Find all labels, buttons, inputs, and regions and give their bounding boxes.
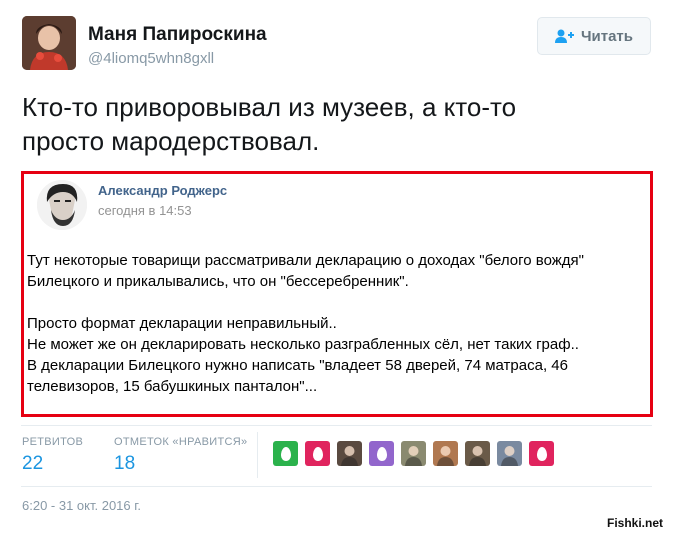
liker-avatar[interactable] — [497, 441, 522, 466]
quoted-text-line: телевизоров, 15 бабушкиных панталон"... — [27, 378, 318, 395]
likers-avatars — [273, 441, 561, 466]
retweets-count: 22 — [22, 453, 44, 474]
author-handle[interactable]: @4liomq5whn8gxll — [88, 50, 214, 67]
likes-stat[interactable]: ОТМЕТОК «НРАВИТСЯ» 18 — [114, 436, 247, 475]
stats-separator — [257, 432, 258, 478]
divider — [21, 425, 652, 426]
egg-icon — [280, 446, 291, 461]
tweet-timestamp[interactable]: 6:20 - 31 окт. 2016 г. — [22, 498, 141, 513]
quoted-post-body: Тут некоторые товарищи рассматривали дек… — [27, 250, 652, 397]
tweet-text: Кто-то привoровывал из музеев, а кто-то … — [22, 90, 642, 158]
liker-avatar[interactable] — [305, 441, 330, 466]
quoted-text-line: Не может же он декларировать несколько р… — [27, 336, 579, 353]
quoted-text-line: Просто формат декларации неправильный.. — [27, 315, 337, 332]
person-plus-icon — [554, 29, 575, 43]
egg-icon — [312, 446, 323, 461]
egg-icon — [376, 446, 387, 461]
quoted-author-name: Александр Роджерс — [98, 183, 228, 198]
liker-avatar[interactable] — [369, 441, 394, 466]
quoted-text-line: Тут некоторые товарищи рассматривали дек… — [27, 252, 584, 269]
liker-avatar[interactable] — [465, 441, 490, 466]
divider — [21, 486, 652, 487]
quoted-screenshot[interactable]: Александр Роджерс сегодня в 14:53 Тут не… — [21, 171, 653, 417]
quoted-text-line: Билецкого и прикалывались, что он "бессе… — [27, 273, 409, 290]
follow-button-label: Читать — [580, 27, 634, 45]
tweet-text-line: Кто-то привoровывал из музеев, а кто-то — [22, 92, 517, 122]
egg-icon — [536, 446, 547, 461]
retweets-stat[interactable]: РЕТВИТОВ 22 — [22, 436, 83, 475]
liker-avatar[interactable] — [273, 441, 298, 466]
liker-avatar[interactable] — [529, 441, 554, 466]
follow-button[interactable]: Читать — [537, 17, 651, 55]
quoted-author-avatar — [37, 180, 87, 230]
quoted-post-time: сегодня в 14:53 — [98, 203, 192, 218]
likes-label: ОТМЕТОК «НРАВИТСЯ» — [114, 436, 248, 448]
tweet-text-line: просто мародерствовал. — [22, 126, 320, 156]
quoted-text-line: В декларации Билецкого нужно написать "в… — [27, 357, 568, 374]
liker-avatar[interactable] — [337, 441, 362, 466]
retweets-label: РЕТВИТОВ — [22, 436, 84, 448]
liker-avatar[interactable] — [401, 441, 426, 466]
likes-count: 18 — [114, 453, 136, 474]
watermark: Fishki.net — [607, 516, 664, 530]
author-avatar[interactable] — [22, 16, 76, 70]
liker-avatar[interactable] — [433, 441, 458, 466]
author-name[interactable]: Маня Папироскина — [88, 24, 267, 46]
